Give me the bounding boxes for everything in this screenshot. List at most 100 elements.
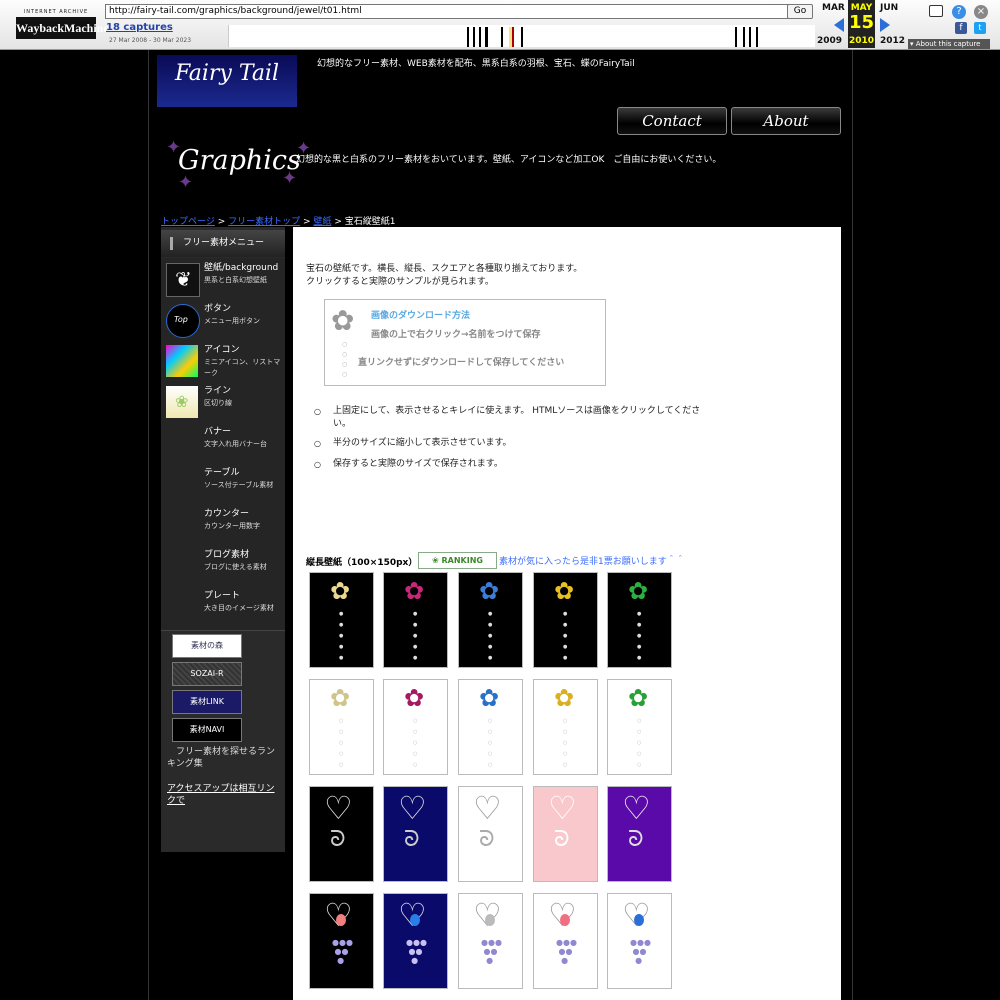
ranking-banner-sozai-link[interactable]: 素材LINK: [172, 690, 242, 714]
jewel-grapes-icon: ●●● ●● ●: [481, 938, 502, 965]
close-icon[interactable]: ×: [974, 5, 988, 19]
wallpaper-thumbnail[interactable]: ♡ ●●● ●● ●: [607, 893, 672, 989]
prev-capture-arrow-icon[interactable]: [834, 18, 844, 32]
wallpaper-thumbnail[interactable]: ♡ ᘐ: [458, 786, 523, 882]
sidebar-item-banner[interactable]: バナー 文字入れ用バナー台: [161, 422, 285, 464]
wallpaper-thumbnail[interactable]: ♡ ●●● ●● ●: [383, 893, 448, 989]
site-logo[interactable]: Fairy Tail: [157, 55, 297, 107]
jewel-beads-icon: ● ● ● ● ●: [637, 611, 642, 661]
next-capture-arrow-icon[interactable]: [880, 18, 890, 32]
prev-month[interactable]: MAR: [822, 3, 845, 13]
jewel-beads-icon: ● ● ● ● ●: [413, 611, 418, 661]
spark-bar: [501, 27, 503, 47]
wallpaper-thumbnail[interactable]: ♡ ᘐ: [383, 786, 448, 882]
spark-bar: [485, 27, 488, 47]
wallpaper-thumbnail[interactable]: ✿ ○ ○ ○ ○ ○: [458, 679, 523, 775]
sidebar-item-button[interactable]: Top ボタン メニュー用ボタン: [161, 299, 285, 341]
next-year[interactable]: 2012: [880, 36, 905, 46]
sidebar-item-blog[interactable]: ブログ素材 ブログに使える素材: [161, 545, 285, 587]
spark-bar: [735, 27, 737, 47]
bullet-icon: ○: [314, 439, 321, 448]
site-tagline: 幻想的なフリー素材、WEB素材を配布、黒系白系の羽根、宝石、蝶のFairyTai…: [317, 59, 635, 69]
wallpaper-thumbnail[interactable]: ✿ ○ ○ ○ ○ ○: [383, 679, 448, 775]
contact-button[interactable]: Contact: [617, 107, 727, 135]
jewel-flower-icon: ✿: [479, 577, 500, 605]
sidebar-item-sub: カウンター用数字: [204, 522, 260, 530]
wallpaper-thumbnail[interactable]: ♡ ᘐ: [607, 786, 672, 882]
jewel-flower-icon: ✿: [331, 304, 355, 337]
gem-icon: [560, 914, 570, 926]
wallpaper-thumbnail[interactable]: ✿ ○ ○ ○ ○ ○: [533, 679, 598, 775]
jewel-swirl-icon: ᘐ: [554, 827, 570, 852]
wallpaper-thumbnail[interactable]: ✿ ● ● ● ● ●: [533, 572, 598, 668]
wallpaper-thumbnail[interactable]: ✿ ● ● ● ● ●: [458, 572, 523, 668]
sidebar-item-sub: 黒系と白系幻想壁紙: [204, 276, 267, 284]
sidebar-title: フリー素材メニュー: [183, 238, 265, 248]
sidebar-header-bar: [170, 237, 173, 250]
wallpaper-thumbnail[interactable]: ♡ ●●● ●● ●: [309, 893, 374, 989]
wallpaper-thumbnail[interactable]: ✿ ○ ○ ○ ○ ○: [607, 679, 672, 775]
next-month[interactable]: JUN: [880, 3, 898, 13]
jewel-swirl-icon: ᘐ: [404, 827, 420, 852]
prev-year[interactable]: 2009: [817, 36, 842, 46]
download-howto-box: ✿ ○ ○ ○ ○ 画像のダウンロード方法 画像の上で右クリック→名前をつけて保存 直…: [324, 299, 606, 386]
bullet-icon: ○: [314, 407, 321, 416]
about-button[interactable]: About: [731, 107, 841, 135]
jewel-flower-icon: ✿: [330, 577, 351, 605]
help-icon[interactable]: ?: [952, 5, 966, 19]
sidebar-item-wallpaper[interactable]: ❦ 壁紙/background 黒系と白系幻想壁紙: [161, 258, 285, 300]
captures-link[interactable]: 18 captures: [106, 22, 173, 33]
wallpaper-thumbnail[interactable]: ♡ ᘐ: [309, 786, 374, 882]
go-button[interactable]: Go: [787, 4, 813, 19]
gem-icon: [410, 914, 420, 926]
twitter-icon[interactable]: t: [974, 22, 986, 34]
jewel-flower-icon: ✿: [404, 684, 425, 712]
ranking-banner-sozai-r[interactable]: SOZAI-R: [172, 662, 242, 686]
wayback-machine-label: WaybackMachine: [16, 17, 109, 39]
sidebar-item-counter[interactable]: カウンター カウンター用数字: [161, 504, 285, 546]
mutual-link[interactable]: アクセスアップは相互リンクで: [167, 783, 279, 807]
url-input[interactable]: http://fairy-tail.com/graphics/backgroun…: [105, 4, 789, 19]
wallpaper-thumbnail[interactable]: ♡ ●●● ●● ●: [458, 893, 523, 989]
capture-sparkline[interactable]: [228, 25, 815, 47]
wallpaper-thumbnail[interactable]: ✿ ● ● ● ● ●: [607, 572, 672, 668]
jewel-flower-icon: ✿: [479, 684, 500, 712]
breadcrumb-sep: >: [303, 217, 311, 227]
window-icon[interactable]: [929, 5, 943, 17]
wallpaper-thumbnail[interactable]: ♡ ᘐ: [533, 786, 598, 882]
ranking-banner-sozai-no-mori[interactable]: 素材の森: [172, 634, 242, 658]
sidebar-item-plate[interactable]: プレート 大き目のイメージ素材: [161, 586, 285, 631]
wallpaper-thumbnail[interactable]: ✿ ● ● ● ● ●: [383, 572, 448, 668]
gem-icon: [336, 914, 346, 926]
wallpaper-thumbnail[interactable]: ✿ ○ ○ ○ ○ ○: [309, 679, 374, 775]
jewel-beads-icon: ● ● ● ● ●: [339, 611, 344, 661]
wayback-logo[interactable]: INTERNET ARCHIVE WaybackMachine: [14, 9, 109, 41]
sidebar-item-sub: 文字入れ用バナー台: [204, 440, 267, 448]
jewel-flower-icon: ✿: [330, 684, 351, 712]
sidebar-item-sub: 区切り線: [204, 399, 232, 407]
ranking-vote-badge[interactable]: ❀ RANKING: [418, 552, 497, 569]
breadcrumb-wallpaper[interactable]: 壁紙: [313, 217, 331, 227]
sidebar-header: フリー素材メニュー: [161, 230, 285, 257]
breadcrumb-top[interactable]: トップページ: [161, 217, 215, 227]
note-text: 保存すると実際のサイズで保存されます。: [333, 459, 503, 469]
wallpaper-thumbnail[interactable]: ♡ ●●● ●● ●: [533, 893, 598, 989]
about-capture-dropdown[interactable]: ▾ About this capture: [908, 39, 990, 49]
note-item: ○ 半分のサイズに縮小して表示させています。: [314, 437, 714, 450]
facebook-icon[interactable]: f: [955, 22, 967, 34]
sidebar-item-icon[interactable]: アイコン ミニアイコン、リストマーク: [161, 340, 285, 382]
jewel-heart-icon: ♡: [622, 789, 651, 827]
vote-link[interactable]: 素材が気に入ったら是非1票お願いします＾＾: [499, 554, 685, 567]
breadcrumb-free-material[interactable]: フリー素材トップ: [228, 217, 300, 227]
ranking-banner-sozai-navi[interactable]: 素材NAVI: [172, 718, 242, 742]
bullet-icon: ○: [314, 460, 321, 469]
sidebar-item-table[interactable]: テーブル ソース付テーブル素材: [161, 463, 285, 505]
note-item: ○ 上固定にして、表示させるとキレイに使えます。 HTMLソースは画像をクリック…: [314, 405, 714, 431]
wallpaper-thumbnail[interactable]: ✿ ● ● ● ● ●: [309, 572, 374, 668]
sidebar-item-line[interactable]: ❀ ライン 区切り線: [161, 381, 285, 423]
jewel-grapes-icon: ●●● ●● ●: [556, 938, 577, 965]
sidebar-item-title: カウンター: [204, 509, 250, 519]
sidebar-item-title: ブログ素材: [204, 550, 250, 560]
jewel-grapes-icon: ●●● ●● ●: [332, 938, 353, 965]
sidebar-item-title: ボタン: [204, 304, 232, 314]
